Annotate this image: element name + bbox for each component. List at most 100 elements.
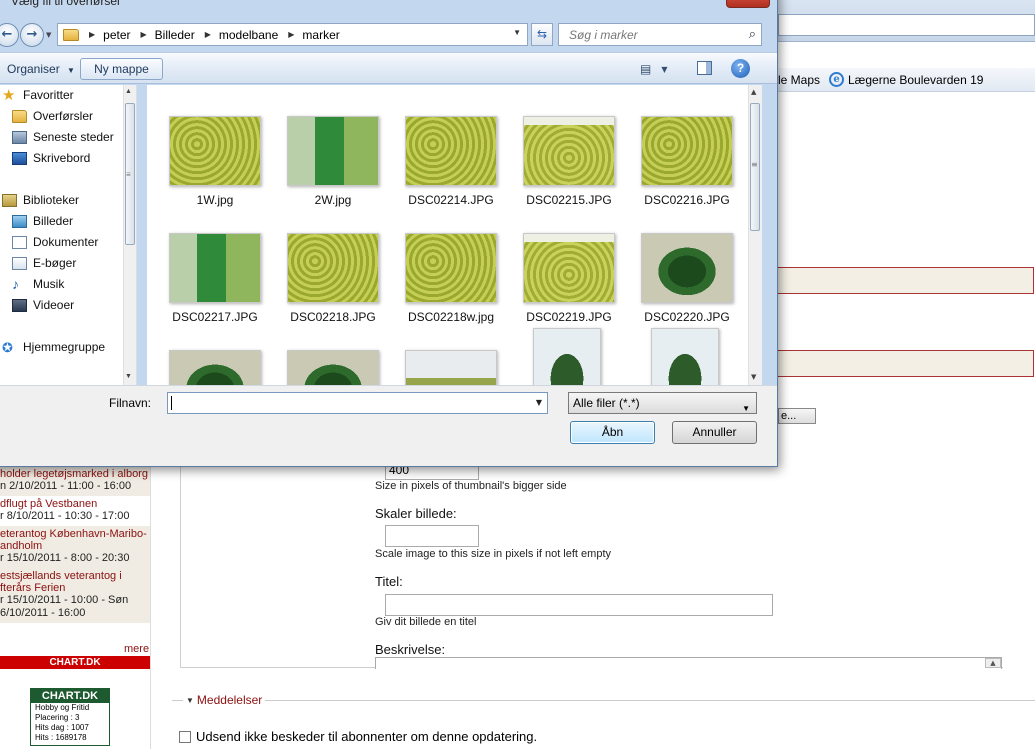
nav-favorites[interactable]: ★ Favoritter xyxy=(2,86,74,104)
open-button[interactable]: Åbn xyxy=(570,421,655,444)
title-hint: Giv dit billede en titel xyxy=(375,616,477,628)
file-thumbnail[interactable] xyxy=(169,233,261,303)
star-icon: ★ xyxy=(2,86,16,104)
preview-pane-icon[interactable] xyxy=(697,61,712,75)
notify-checkbox[interactable] xyxy=(179,730,191,743)
nav-downloads[interactable]: Overførsler xyxy=(12,109,93,123)
filename-dropdown-icon[interactable]: ▼ xyxy=(536,398,542,407)
scroll-up-icon[interactable]: ▲ xyxy=(751,88,756,96)
file-thumbnail[interactable] xyxy=(169,116,261,186)
file-name[interactable]: DSC02217.JPG xyxy=(150,310,280,324)
chart-banner[interactable]: CHART.DK xyxy=(0,656,150,669)
file-thumbnail[interactable] xyxy=(641,233,733,303)
chart-badge[interactable]: CHART.DK Hobby og Fritid Placering : 3 H… xyxy=(30,688,110,746)
browse-button[interactable]: e... xyxy=(778,408,816,424)
help-icon[interactable]: ? xyxy=(731,59,750,78)
file-thumbnail[interactable] xyxy=(641,116,733,186)
event-title[interactable]: holder legetøjsmarked i alborg xyxy=(0,468,150,480)
favorite-laegerne-label: Lægerne Boulevarden 19 xyxy=(848,72,984,87)
file-name[interactable]: 2W.jpg xyxy=(268,193,398,207)
breadcrumb-item[interactable]: Billeder xyxy=(155,28,195,42)
forward-button[interactable]: → xyxy=(20,23,44,47)
notify-option[interactable]: Udsend ikke beskeder til abonnenter om d… xyxy=(179,729,537,744)
description-textarea[interactable] xyxy=(375,657,1002,669)
chevron-right-icon[interactable]: ▶ xyxy=(288,30,294,39)
scroll-down-icon[interactable]: ▼ xyxy=(125,373,132,380)
search-input[interactable]: Søg i marker ⌕ xyxy=(558,23,762,46)
more-link[interactable]: mere xyxy=(124,643,149,655)
chevron-right-icon[interactable]: ▶ xyxy=(89,30,95,39)
file-name[interactable]: DSC02218.JPG xyxy=(268,310,398,324)
file-thumbnail[interactable] xyxy=(651,328,719,385)
file-name[interactable]: DSC02214.JPG xyxy=(386,193,516,207)
file-name[interactable]: DSC02215.JPG xyxy=(504,193,634,207)
textarea-scroll-up[interactable]: ▲ xyxy=(985,658,1001,668)
refresh-icon: ⇆ xyxy=(536,27,548,41)
file-name[interactable]: DSC02219.JPG xyxy=(504,310,634,324)
title-input[interactable] xyxy=(385,594,773,616)
address-dropdown-icon[interactable]: ▼ xyxy=(513,28,521,37)
new-folder-button[interactable]: Ny mappe xyxy=(80,58,163,80)
favorite-laegerne[interactable]: e Lægerne Boulevarden 19 xyxy=(829,72,983,87)
event-item[interactable]: dflugt på Vestbanen r 8/10/2011 - 10:30 … xyxy=(0,496,150,526)
file-thumbnail[interactable] xyxy=(287,233,379,303)
search-icon[interactable]: ⌕ xyxy=(749,27,756,42)
event-item[interactable]: estsjællands veterantog i fterårs Ferien… xyxy=(0,568,150,623)
file-thumbnail[interactable] xyxy=(523,116,615,186)
back-button[interactable]: ← xyxy=(0,23,19,47)
messages-legend[interactable]: ▼ Meddelelser xyxy=(183,693,266,707)
nav-documents[interactable]: Dokumenter xyxy=(12,235,98,249)
file-thumbnail[interactable] xyxy=(405,116,497,186)
file-thumbnail[interactable] xyxy=(287,350,379,385)
event-item[interactable]: holder legetøjsmarked i alborg n 2/10/20… xyxy=(0,466,150,496)
nav-ebooks[interactable]: E-bøger xyxy=(12,256,76,270)
dialog-footer: Filnavn: ▼ Alle filer (*.*) ▼ Åbn Annull… xyxy=(0,385,777,466)
nav-music[interactable]: ♪ Musik xyxy=(12,277,64,292)
nav-libraries[interactable]: Biblioteker xyxy=(2,193,79,207)
nav-pictures[interactable]: Billeder xyxy=(12,214,73,228)
nav-recent-places[interactable]: Seneste steder xyxy=(12,130,114,144)
nav-homegroup[interactable]: ✪ Hjemmegruppe xyxy=(2,340,105,354)
browser-address-bar[interactable] xyxy=(778,14,1035,36)
navigation-pane: ★ Favoritter Overførsler Seneste steder … xyxy=(0,85,137,385)
breadcrumb-item[interactable]: modelbane xyxy=(219,28,278,42)
history-dropdown-icon[interactable]: ▼ xyxy=(46,31,51,39)
nav-videos[interactable]: Videoer xyxy=(12,298,74,312)
file-thumbnail[interactable] xyxy=(533,328,601,385)
address-bar[interactable]: ▶ peter ▶ Billeder ▶ modelbane ▶ marker … xyxy=(57,23,528,46)
scroll-up-icon[interactable]: ▲ xyxy=(125,88,132,95)
chevron-right-icon[interactable]: ▶ xyxy=(205,30,211,39)
file-thumbnail[interactable] xyxy=(405,233,497,303)
breadcrumb-item[interactable]: peter xyxy=(103,28,130,42)
file-thumbnail[interactable] xyxy=(169,350,261,385)
nav-libraries-label: Biblioteker xyxy=(23,193,80,207)
view-thumbnails-icon[interactable]: ▤ xyxy=(640,62,651,76)
event-title[interactable]: estsjællands veterantog i fterårs Ferien xyxy=(0,570,150,594)
nav-desktop[interactable]: Skrivebord xyxy=(12,151,90,165)
chevron-right-icon[interactable]: ▶ xyxy=(141,30,147,39)
file-thumbnail[interactable] xyxy=(523,233,615,303)
view-options[interactable]: ▤ ▼ xyxy=(640,62,668,76)
filename-input[interactable]: ▼ xyxy=(167,392,548,414)
chevron-down-icon[interactable]: ▼ xyxy=(661,65,667,74)
organize-button[interactable]: Organiser ▼ xyxy=(7,62,75,76)
refresh-button[interactable]: ⇆ xyxy=(531,23,553,46)
file-thumbnail[interactable] xyxy=(287,116,379,186)
event-title[interactable]: dflugt på Vestbanen xyxy=(0,498,150,510)
file-thumbnail[interactable] xyxy=(405,350,497,385)
favorite-maps[interactable]: le Maps xyxy=(778,73,820,87)
file-name[interactable]: DSC02216.JPG xyxy=(622,193,752,207)
file-name[interactable]: 1W.jpg xyxy=(150,193,280,207)
scroll-down-icon[interactable]: ▼ xyxy=(751,373,756,381)
dialog-titlebar[interactable]: Vælg fil til overførsel x xyxy=(0,0,777,11)
event-title[interactable]: eterantog København-Maribo-andholm xyxy=(0,528,150,552)
cancel-button[interactable]: Annuller xyxy=(672,421,757,444)
event-item[interactable]: eterantog København-Maribo-andholm r 15/… xyxy=(0,526,150,568)
scale-input[interactable] xyxy=(385,525,479,547)
pictures-library-icon xyxy=(12,214,27,228)
close-button[interactable]: x xyxy=(726,0,770,8)
breadcrumb-item[interactable]: marker xyxy=(302,28,339,42)
filetype-select[interactable]: Alle filer (*.*) ▼ xyxy=(568,392,757,414)
file-name[interactable]: DSC02218w.jpg xyxy=(386,310,516,324)
file-name[interactable]: DSC02220.JPG xyxy=(622,310,752,324)
